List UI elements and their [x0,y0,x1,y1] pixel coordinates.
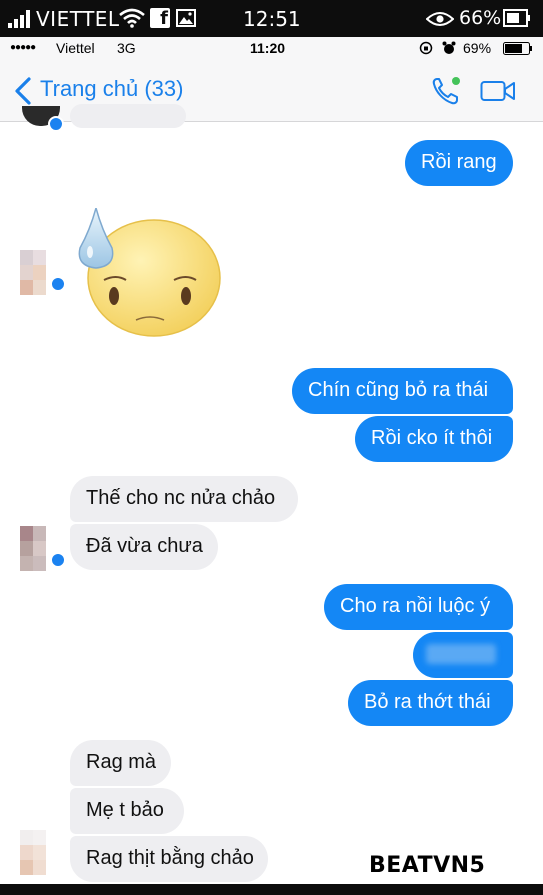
phone-icon[interactable] [430,75,462,107]
bottom-bar [0,884,543,895]
message-bubble-incoming: Đã vừa chưa [70,524,218,570]
eye-icon [426,12,454,26]
battery-icon [503,9,530,27]
blurred-text [426,644,496,664]
message-bubble-partial [70,104,186,128]
avatar [20,250,66,295]
ios-battery-icon [503,42,532,55]
device-time: 12:51 [243,7,301,31]
ios-status-bar: ●●●●● Viettel 3G 11:20 69% [0,37,543,59]
message-list: Rồi rang Chín cũng bỏ ra thái Rồi cko ít… [0,104,543,895]
alarm-icon [442,41,456,54]
video-camera-icon[interactable] [480,79,516,103]
screen: VIETTEL f 12:51 66% ●●●●● Viettel 3G 11:… [0,0,543,895]
message-bubble-outgoing: Chín cũng bỏ ra thái [292,368,513,414]
network-type: 3G [117,40,136,56]
signal-dots-icon: ●●●●● [10,42,36,53]
message-bubble-outgoing: Rồi cko ít thôi [355,416,513,462]
avatar [20,526,66,571]
back-button[interactable]: Trang chủ (33) [40,76,183,102]
message-bubble-incoming: Thế cho nc nửa chảo [70,476,298,522]
device-status-bar: VIETTEL f 12:51 66% [0,0,543,37]
chevron-left-icon[interactable] [14,77,32,105]
ios-time: 11:20 [250,40,286,56]
device-battery-percent: 66% [459,7,502,29]
device-carrier: VIETTEL [36,7,120,31]
gallery-icon [176,9,196,27]
message-bubble-incoming: Mẹ t bảo [70,788,184,834]
ios-battery-percent: 69% [463,40,492,56]
message-bubble-incoming: Rag thịt bằng chảo [70,836,268,882]
signal-icon [8,10,34,28]
avatar [22,106,64,132]
avatar [20,830,60,875]
watermark: BEATVN5 [369,853,486,878]
facebook-icon: f [150,8,170,29]
message-bubble-outgoing: Bỏ ra thớt thái [348,680,513,726]
rotation-lock-icon [419,41,433,55]
sweat-face-sticker [78,208,221,337]
message-bubble-outgoing: Cho ra nồi luộc ý [324,584,513,630]
message-bubble-incoming: Rag mà [70,740,171,786]
ios-carrier: Viettel [56,40,95,56]
message-bubble-outgoing: Rồi rang [405,140,513,186]
wifi-icon [119,8,145,28]
